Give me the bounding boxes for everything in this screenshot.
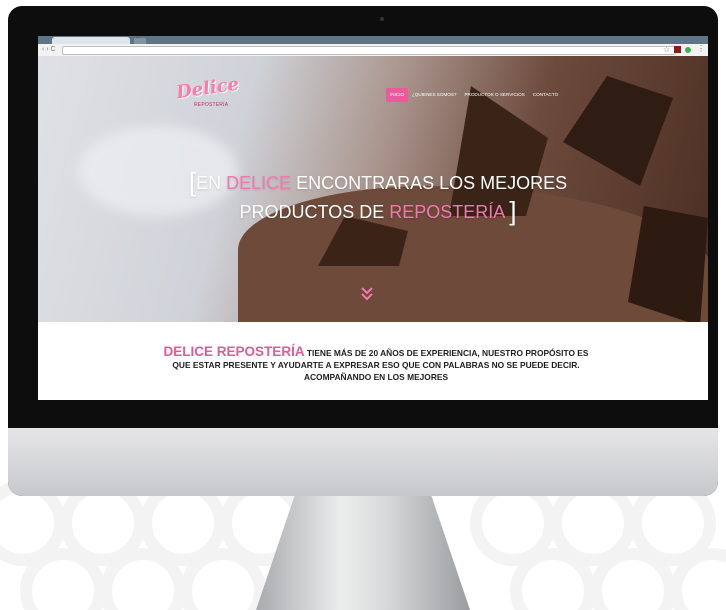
screen: × ‹ › C ☆ ⋮ Delice REPOSTERÍA INICIO ¿QU… (38, 36, 708, 400)
nav-item-contacto[interactable]: CONTACTO (529, 88, 562, 102)
browser-tab-bar: × (38, 36, 708, 44)
extension-icon[interactable] (674, 46, 681, 53)
site-logo[interactable]: Delice REPOSTERÍA (175, 74, 240, 116)
nav-item-quienes-somos[interactable]: ¿QUIENES SOMOS? (408, 88, 460, 102)
logo-script: Delice (174, 73, 241, 104)
headline-text: EN (196, 173, 227, 193)
main-nav: INICIO ¿QUIENES SOMOS? PRODUCTOS O SERVI… (386, 88, 562, 102)
hero-section: Delice REPOSTERÍA INICIO ¿QUIENES SOMOS?… (38, 56, 708, 322)
bookmark-star-icon[interactable]: ☆ (663, 45, 670, 55)
headline-text: ENCONTRARAS LOS MEJORES (291, 173, 568, 193)
browser-menu-icon[interactable]: ⋮ (697, 44, 705, 54)
navigation-icons[interactable]: ‹ › C (42, 45, 56, 55)
about-section: DELICE REPOSTERÍA TIENE MÁS DE 20 AÑOS D… (38, 322, 708, 400)
headline-brand: DELICE (226, 173, 292, 193)
hero-headline: [EN DELICE ENCONTRARAS LOS MEJORES PRODU… (148, 168, 608, 226)
about-paragraph: DELICE REPOSTERÍA TIENE MÁS DE 20 AÑOS D… (156, 344, 596, 383)
camera-icon (380, 17, 384, 21)
extension-green-icon[interactable] (685, 47, 691, 53)
nav-item-productos[interactable]: PRODUCTOS O SERVICIOS (460, 88, 528, 102)
address-bar[interactable] (62, 46, 676, 55)
headline-brand: REPOSTERÍA (389, 202, 505, 222)
monitor-chin (8, 428, 718, 496)
scroll-down-icon[interactable] (360, 282, 374, 304)
logo-subtitle: REPOSTERÍA (194, 102, 229, 108)
browser-tab[interactable]: × (52, 37, 140, 44)
about-brand: DELICE REPOSTERÍA (163, 344, 305, 359)
bracket-open: [ (188, 167, 197, 197)
bracket-close: ] (509, 196, 517, 226)
nav-item-inicio[interactable]: INICIO (386, 88, 409, 102)
headline-text: PRODUCTOS DE (239, 202, 390, 222)
